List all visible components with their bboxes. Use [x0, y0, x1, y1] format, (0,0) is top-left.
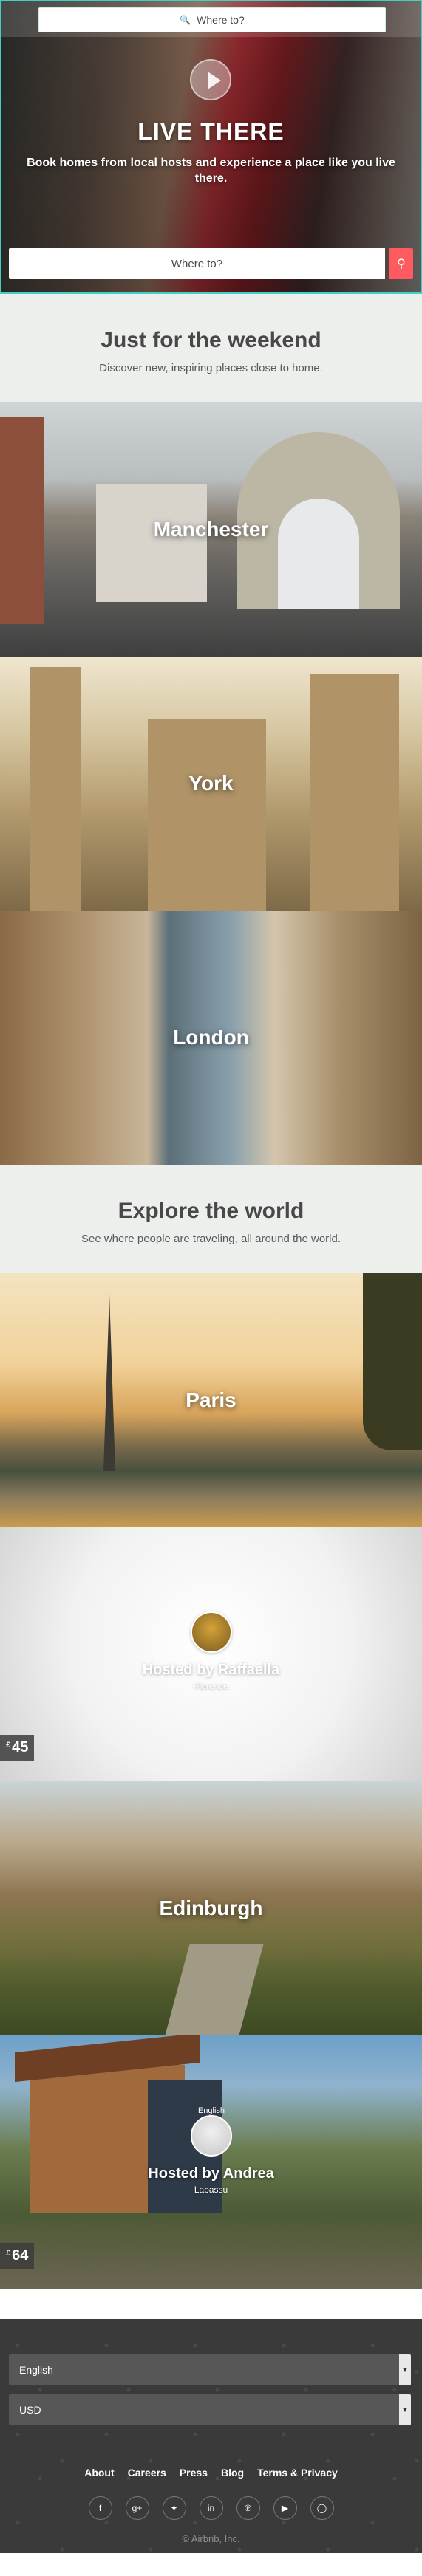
- footer-link-about[interactable]: About: [84, 2467, 114, 2479]
- google-plus-icon[interactable]: g+: [125, 2496, 149, 2520]
- listing-card-raffaella[interactable]: Hosted by Raffaella Florence £ 45: [0, 1527, 422, 1781]
- search-icon: ⚲: [397, 258, 406, 270]
- host-name: Hosted by Andrea: [148, 2165, 274, 2182]
- avatar: [191, 2115, 232, 2157]
- header-search-input[interactable]: 🔍 Where to?: [38, 7, 386, 32]
- city-tile-manchester[interactable]: Manchester: [0, 402, 422, 657]
- linkedin-icon[interactable]: in: [199, 2496, 223, 2520]
- search-icon: 🔍: [180, 15, 191, 25]
- hero-search-button[interactable]: ⚲: [389, 248, 413, 279]
- footer-link-careers[interactable]: Careers: [128, 2467, 166, 2479]
- language-select[interactable]: English ▼: [9, 2354, 411, 2385]
- trees-image: [363, 1273, 422, 1450]
- footer-links: About Careers Press Blog Terms & Privacy: [0, 2467, 422, 2479]
- footer-link-terms[interactable]: Terms & Privacy: [257, 2467, 338, 2479]
- city-tile-paris[interactable]: Paris: [0, 1273, 422, 1527]
- twitter-icon[interactable]: ✦: [162, 2496, 186, 2520]
- currency-select[interactable]: USD ▼: [9, 2394, 411, 2425]
- building-image: [96, 484, 207, 602]
- city-tile-edinburgh[interactable]: Edinburgh: [0, 1781, 422, 2035]
- city-label: York: [188, 772, 234, 795]
- explore-title: Explore the world: [118, 1199, 304, 1223]
- header-search-placeholder: Where to?: [197, 14, 245, 26]
- explore-section-header: Explore the world See where people are t…: [0, 1165, 422, 1273]
- city-tile-york[interactable]: York: [0, 657, 422, 911]
- listing-city: Florence: [194, 1681, 228, 1691]
- language-badge: English: [197, 2106, 225, 2115]
- city-label: Manchester: [153, 518, 269, 541]
- weekend-subtitle: Discover new, inspiring places close to …: [99, 362, 323, 374]
- host-name: Hosted by Raffaella: [142, 1662, 280, 1678]
- price-value: 45: [12, 1739, 29, 1755]
- explore-subtitle: See where people are traveling, all arou…: [81, 1233, 341, 1245]
- currency-symbol: £: [6, 2249, 11, 2258]
- listing-card-andrea[interactable]: English Hosted by Andrea Labassu £ 64: [0, 2035, 422, 2289]
- hero-search-bar: Where to? ⚲: [9, 248, 413, 279]
- social-links: f g+ ✦ in ℗ ▶ ◯: [0, 2496, 422, 2520]
- hero-subtitle: Book homes from local hosts and experien…: [27, 157, 395, 185]
- play-video-button[interactable]: [190, 59, 231, 100]
- path-image: [165, 1944, 264, 2035]
- listing-city: Labassu: [194, 2185, 228, 2195]
- chevron-down-icon: ▼: [399, 2354, 411, 2385]
- footer-link-blog[interactable]: Blog: [221, 2467, 244, 2479]
- hero-title: LIVE THERE: [137, 118, 285, 145]
- chevron-down-icon: ▼: [399, 2394, 411, 2425]
- currency-value: USD: [19, 2404, 41, 2416]
- currency-symbol: £: [6, 1741, 11, 1750]
- city-tile-london[interactable]: London: [0, 911, 422, 1165]
- cathedral-body: [148, 719, 266, 911]
- footer: English ▼ USD ▼ About Careers Press Blog…: [0, 2319, 422, 2553]
- avatar: [191, 1611, 232, 1653]
- price-badge: £ 64: [0, 2243, 35, 2269]
- footer-link-press[interactable]: Press: [180, 2467, 208, 2479]
- top-bar: 🔍 Where to?: [1, 1, 421, 37]
- eiffel-tower-image: [87, 1294, 132, 1471]
- language-value: English: [19, 2364, 53, 2376]
- copyright: © Airbnb, Inc.: [182, 2533, 240, 2544]
- youtube-icon[interactable]: ▶: [273, 2496, 297, 2520]
- city-label: Edinburgh: [159, 1897, 263, 1919]
- weekend-title: Just for the weekend: [101, 328, 321, 352]
- facebook-icon[interactable]: f: [88, 2496, 112, 2520]
- spacer: [0, 2289, 422, 2319]
- price-value: 64: [12, 2247, 29, 2264]
- city-label: London: [173, 1026, 249, 1049]
- hero: 🔍 Where to? LIVE THERE Book homes from l…: [0, 0, 422, 294]
- instagram-icon[interactable]: ◯: [310, 2496, 334, 2520]
- hero-search-input[interactable]: Where to?: [9, 248, 385, 279]
- city-label: Paris: [186, 1388, 236, 1411]
- price-badge: £ 45: [0, 1735, 35, 1761]
- weekend-section-header: Just for the weekend Discover new, inspi…: [0, 294, 422, 402]
- pinterest-icon[interactable]: ℗: [236, 2496, 260, 2520]
